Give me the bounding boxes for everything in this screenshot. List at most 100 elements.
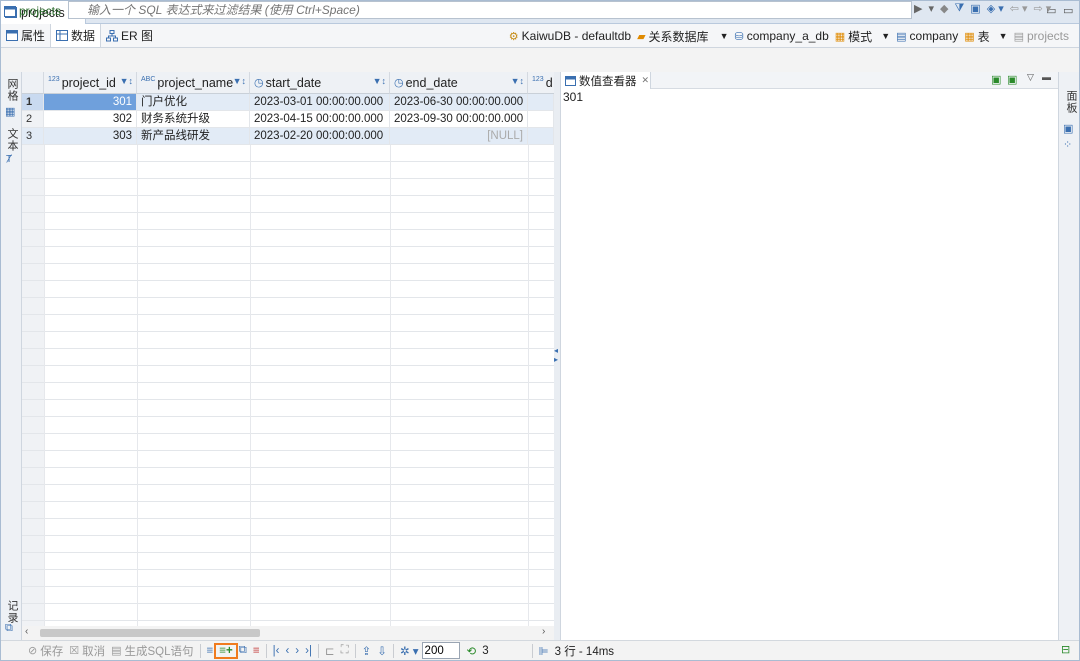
previous-page-icon[interactable]: ‹ (282, 645, 292, 657)
export-icon[interactable]: ⇪ (359, 644, 375, 658)
breadcrumb-database[interactable]: ⛁ company_a_db (734, 29, 828, 43)
empty-grid-row (22, 162, 554, 179)
table-row[interactable]: 1 301 门户优化 2023-03-01 00:00:00.000 2023-… (22, 94, 554, 111)
fullscreen-icon[interactable]: ⛶ (338, 644, 352, 657)
value-viewer-tab[interactable]: 数值查看器 ✕ (561, 72, 651, 89)
chevron-down-icon: ▼ (998, 31, 1008, 41)
table-row[interactable]: 3 303 新产品线研发 2023-02-20 00:00:00.000 [NU… (22, 128, 554, 145)
import-icon[interactable]: ⇩ (374, 644, 390, 658)
filter-toolbar: ▶ ▾ ◆ ⧩ ▣ ◈ ▾ ⇦ ▾ ⇨ ▾ (914, 2, 1051, 15)
cell-project-id[interactable]: 301 (44, 94, 137, 111)
tab-properties[interactable]: 属性 (1, 24, 50, 47)
table-row[interactable]: 2 302 财务系统升级 2023-04-15 00:00:00.000 202… (22, 111, 554, 128)
record-view-tab[interactable]: 记录 (4, 600, 20, 624)
column-header-d[interactable]: 123 d (528, 72, 554, 94)
minimize-icon[interactable]: ▬ (1042, 72, 1051, 82)
filter-table-label[interactable]: projects (4, 2, 61, 20)
sort-filter-icon[interactable]: ▼↕ (120, 76, 133, 86)
back-icon[interactable]: ⇦ ▾ (1010, 2, 1028, 15)
maximize-icon[interactable]: ▭ (1063, 4, 1073, 17)
close-icon[interactable]: ✕ (642, 75, 650, 86)
database-icon: ⛁ (734, 30, 744, 43)
empty-grid-row (22, 604, 554, 621)
collapse-arrows-icon[interactable]: ◂ ▸ (554, 346, 558, 364)
cell-project-name[interactable]: 财务系统升级 (137, 111, 250, 128)
scroll-left-icon[interactable]: ‹ (25, 626, 28, 637)
edit-row-icon[interactable]: ≡ (204, 645, 217, 657)
empty-grid-row (22, 281, 554, 298)
generate-sql-button[interactable]: ▤ 生成SQL语句 (108, 643, 196, 659)
breadcrumb-schema-name[interactable]: ▤ company (896, 29, 958, 43)
column-header-project-name[interactable]: ABC project_name ▼↕ (137, 72, 250, 94)
text-type-icon: ABC (141, 76, 156, 83)
cell-end-date[interactable]: 2023-09-30 00:00:00.000 (390, 111, 528, 128)
row-number: 2 (22, 111, 44, 128)
empty-grid-row (22, 145, 554, 162)
breadcrumb-table[interactable]: ▤ projects (1014, 29, 1069, 43)
apply-filter-icon[interactable]: ▶ (914, 2, 922, 15)
cell-project-id[interactable]: 302 (44, 111, 137, 128)
cell-start-date[interactable]: 2023-04-15 00:00:00.000 (250, 111, 390, 128)
editor-subtab-bar: 属性 数据 ER 图 ⚙ KaiwuDB - defaultdb ▰ 关系数据库… (1, 24, 1079, 48)
scroll-right-icon[interactable]: › (542, 626, 545, 637)
content-format-icon[interactable]: ▣ (1007, 73, 1017, 86)
chevron-down-icon: ▼ (881, 31, 891, 41)
sort-filter-icon[interactable]: ▼↕ (233, 76, 246, 86)
cancel-button[interactable]: ☒ 取消 (66, 643, 108, 659)
link-icon[interactable]: ⊏ (322, 644, 338, 658)
empty-grid-row (22, 349, 554, 366)
value-content[interactable]: 301 (563, 90, 583, 104)
cell-project-id[interactable]: 303 (44, 128, 137, 145)
column-header-end-date[interactable]: ◷ end_date ▼↕ (390, 72, 528, 94)
sort-filter-icon[interactable]: ▼↕ (511, 76, 524, 86)
cell-d[interactable] (528, 111, 554, 128)
grid-icon: ▦ (5, 106, 16, 118)
next-page-icon[interactable]: › (292, 645, 302, 657)
grid-view-tab[interactable]: 网格 (4, 78, 20, 102)
last-page-icon[interactable]: ›| (302, 645, 315, 657)
first-page-icon[interactable]: |‹ (270, 645, 283, 657)
text-view-tab[interactable]: 文本 (4, 128, 20, 152)
save-button[interactable]: ⊘ 保存 (25, 643, 66, 659)
cell-start-date[interactable]: 2023-02-20 00:00:00.000 (250, 128, 390, 145)
cell-d[interactable] (528, 94, 554, 111)
panel-layout-icon[interactable]: ▣ (1063, 122, 1073, 135)
cell-end-date[interactable]: [NULL] (390, 128, 528, 145)
panels-tab[interactable]: 面板 (1063, 90, 1079, 114)
save-filter-icon[interactable]: ▣ (970, 2, 980, 15)
add-row-icon[interactable]: ≡+ (214, 642, 238, 659)
copy-row-icon[interactable]: ⧉ (236, 644, 250, 657)
breadcrumb-tables[interactable]: ▦ 表 ▼ (964, 28, 1007, 45)
tab-er-diagram[interactable]: ER 图 (101, 24, 158, 47)
filter-settings-icon[interactable]: ⧩ (954, 2, 964, 15)
tab-data[interactable]: 数据 (50, 24, 102, 47)
sort-filter-icon[interactable]: ▼↕ (373, 76, 386, 86)
status-icon: ⊫ (538, 645, 549, 658)
erase-filter-icon[interactable]: ◆ (940, 2, 948, 15)
filter-input[interactable] (68, 1, 912, 19)
horizontal-scrollbar[interactable]: ‹ › (22, 626, 554, 640)
save-value-icon[interactable]: ▣ (991, 73, 1001, 86)
column-header-project-id[interactable]: 123 project_id ▼↕ (44, 72, 137, 94)
panel-toggle-icon[interactable]: ⊟ (1061, 643, 1070, 656)
fetch-size-input[interactable] (421, 642, 460, 659)
settings-icon[interactable]: ✲ ▾ (397, 644, 422, 658)
breadcrumb-db-type[interactable]: ▰ 关系数据库 ▼ (637, 28, 728, 45)
cell-end-date[interactable]: 2023-06-30 00:00:00.000 (390, 94, 528, 111)
breadcrumb-connection[interactable]: ⚙ KaiwuDB - defaultdb (509, 29, 631, 43)
cell-d[interactable] (528, 128, 554, 145)
cell-project-name[interactable]: 新产品线研发 (137, 128, 250, 145)
view-menu-icon[interactable]: ▽ (1027, 72, 1034, 83)
breadcrumb-schema[interactable]: ▦ 模式 ▼ (835, 28, 890, 45)
delete-row-icon[interactable]: ≡ (250, 645, 263, 657)
record-icon: ⧉ (5, 622, 13, 634)
cell-project-name[interactable]: 门户优化 (137, 94, 250, 111)
column-header-start-date[interactable]: ◷ start_date ▼↕ (250, 72, 390, 94)
filter-history-icon[interactable]: ▾ (928, 2, 934, 15)
panel-toggle-icon[interactable]: ◈ ▾ (987, 2, 1004, 15)
forward-icon[interactable]: ⇨ ▾ (1034, 2, 1052, 15)
cell-start-date[interactable]: 2023-03-01 00:00:00.000 (250, 94, 390, 111)
scrollbar-thumb[interactable] (40, 629, 260, 637)
refresh-icon[interactable]: ⟲ (464, 644, 480, 658)
panel-grid-icon[interactable]: ⁘ (1063, 138, 1072, 151)
